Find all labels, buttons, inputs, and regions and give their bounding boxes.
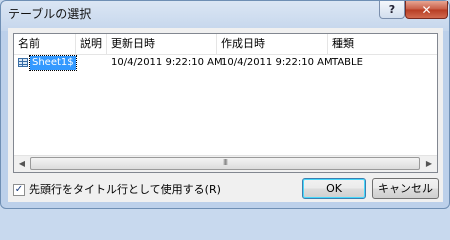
row-name: Sheet1$: [29, 55, 77, 71]
row-created: 10/4/2011 9:22:10 AM: [221, 57, 333, 68]
table-row[interactable]: Sheet1$ 10/4/2011 9:22:10 AM 10/4/2011 9…: [14, 55, 437, 71]
table-icon: [18, 58, 28, 67]
column-header-modified[interactable]: 更新日時: [107, 34, 217, 54]
column-header-description[interactable]: 説明: [76, 34, 107, 54]
row-modified: 10/4/2011 9:22:10 AM: [111, 57, 223, 68]
ok-button[interactable]: OK: [302, 178, 366, 199]
scroll-right-arrow-icon[interactable]: ▶: [421, 156, 437, 172]
column-header-created[interactable]: 作成日時: [217, 34, 328, 54]
scrollbar-thumb[interactable]: III: [30, 157, 420, 170]
first-row-header-label: 先頭行をタイトル行として使用する(R): [29, 183, 221, 196]
dialog-window: テーブルの選択 ? ✕ 名前 説明 更新日時 作成日時 種類 Sheet1$ 1…: [0, 0, 450, 209]
column-header-name[interactable]: 名前: [14, 34, 76, 54]
cancel-button[interactable]: キャンセル: [372, 178, 439, 199]
scroll-left-arrow-icon[interactable]: ◀: [14, 156, 30, 172]
table-list[interactable]: 名前 説明 更新日時 作成日時 種類 Sheet1$ 10/4/2011 9:2…: [13, 33, 438, 173]
horizontal-scrollbar[interactable]: ◀ III ▶: [14, 155, 437, 172]
list-header: 名前 説明 更新日時 作成日時 種類: [14, 34, 437, 55]
column-header-type[interactable]: 種類: [328, 34, 437, 54]
dialog-client-area: 名前 説明 更新日時 作成日時 種類 Sheet1$ 10/4/2011 9:2…: [8, 28, 443, 202]
first-row-header-checkbox[interactable]: ✓: [13, 184, 25, 196]
help-button[interactable]: ?: [379, 1, 405, 19]
dialog-title: テーブルの選択: [8, 7, 92, 21]
close-button[interactable]: ✕: [405, 1, 448, 19]
row-type: TABLE: [332, 57, 363, 68]
